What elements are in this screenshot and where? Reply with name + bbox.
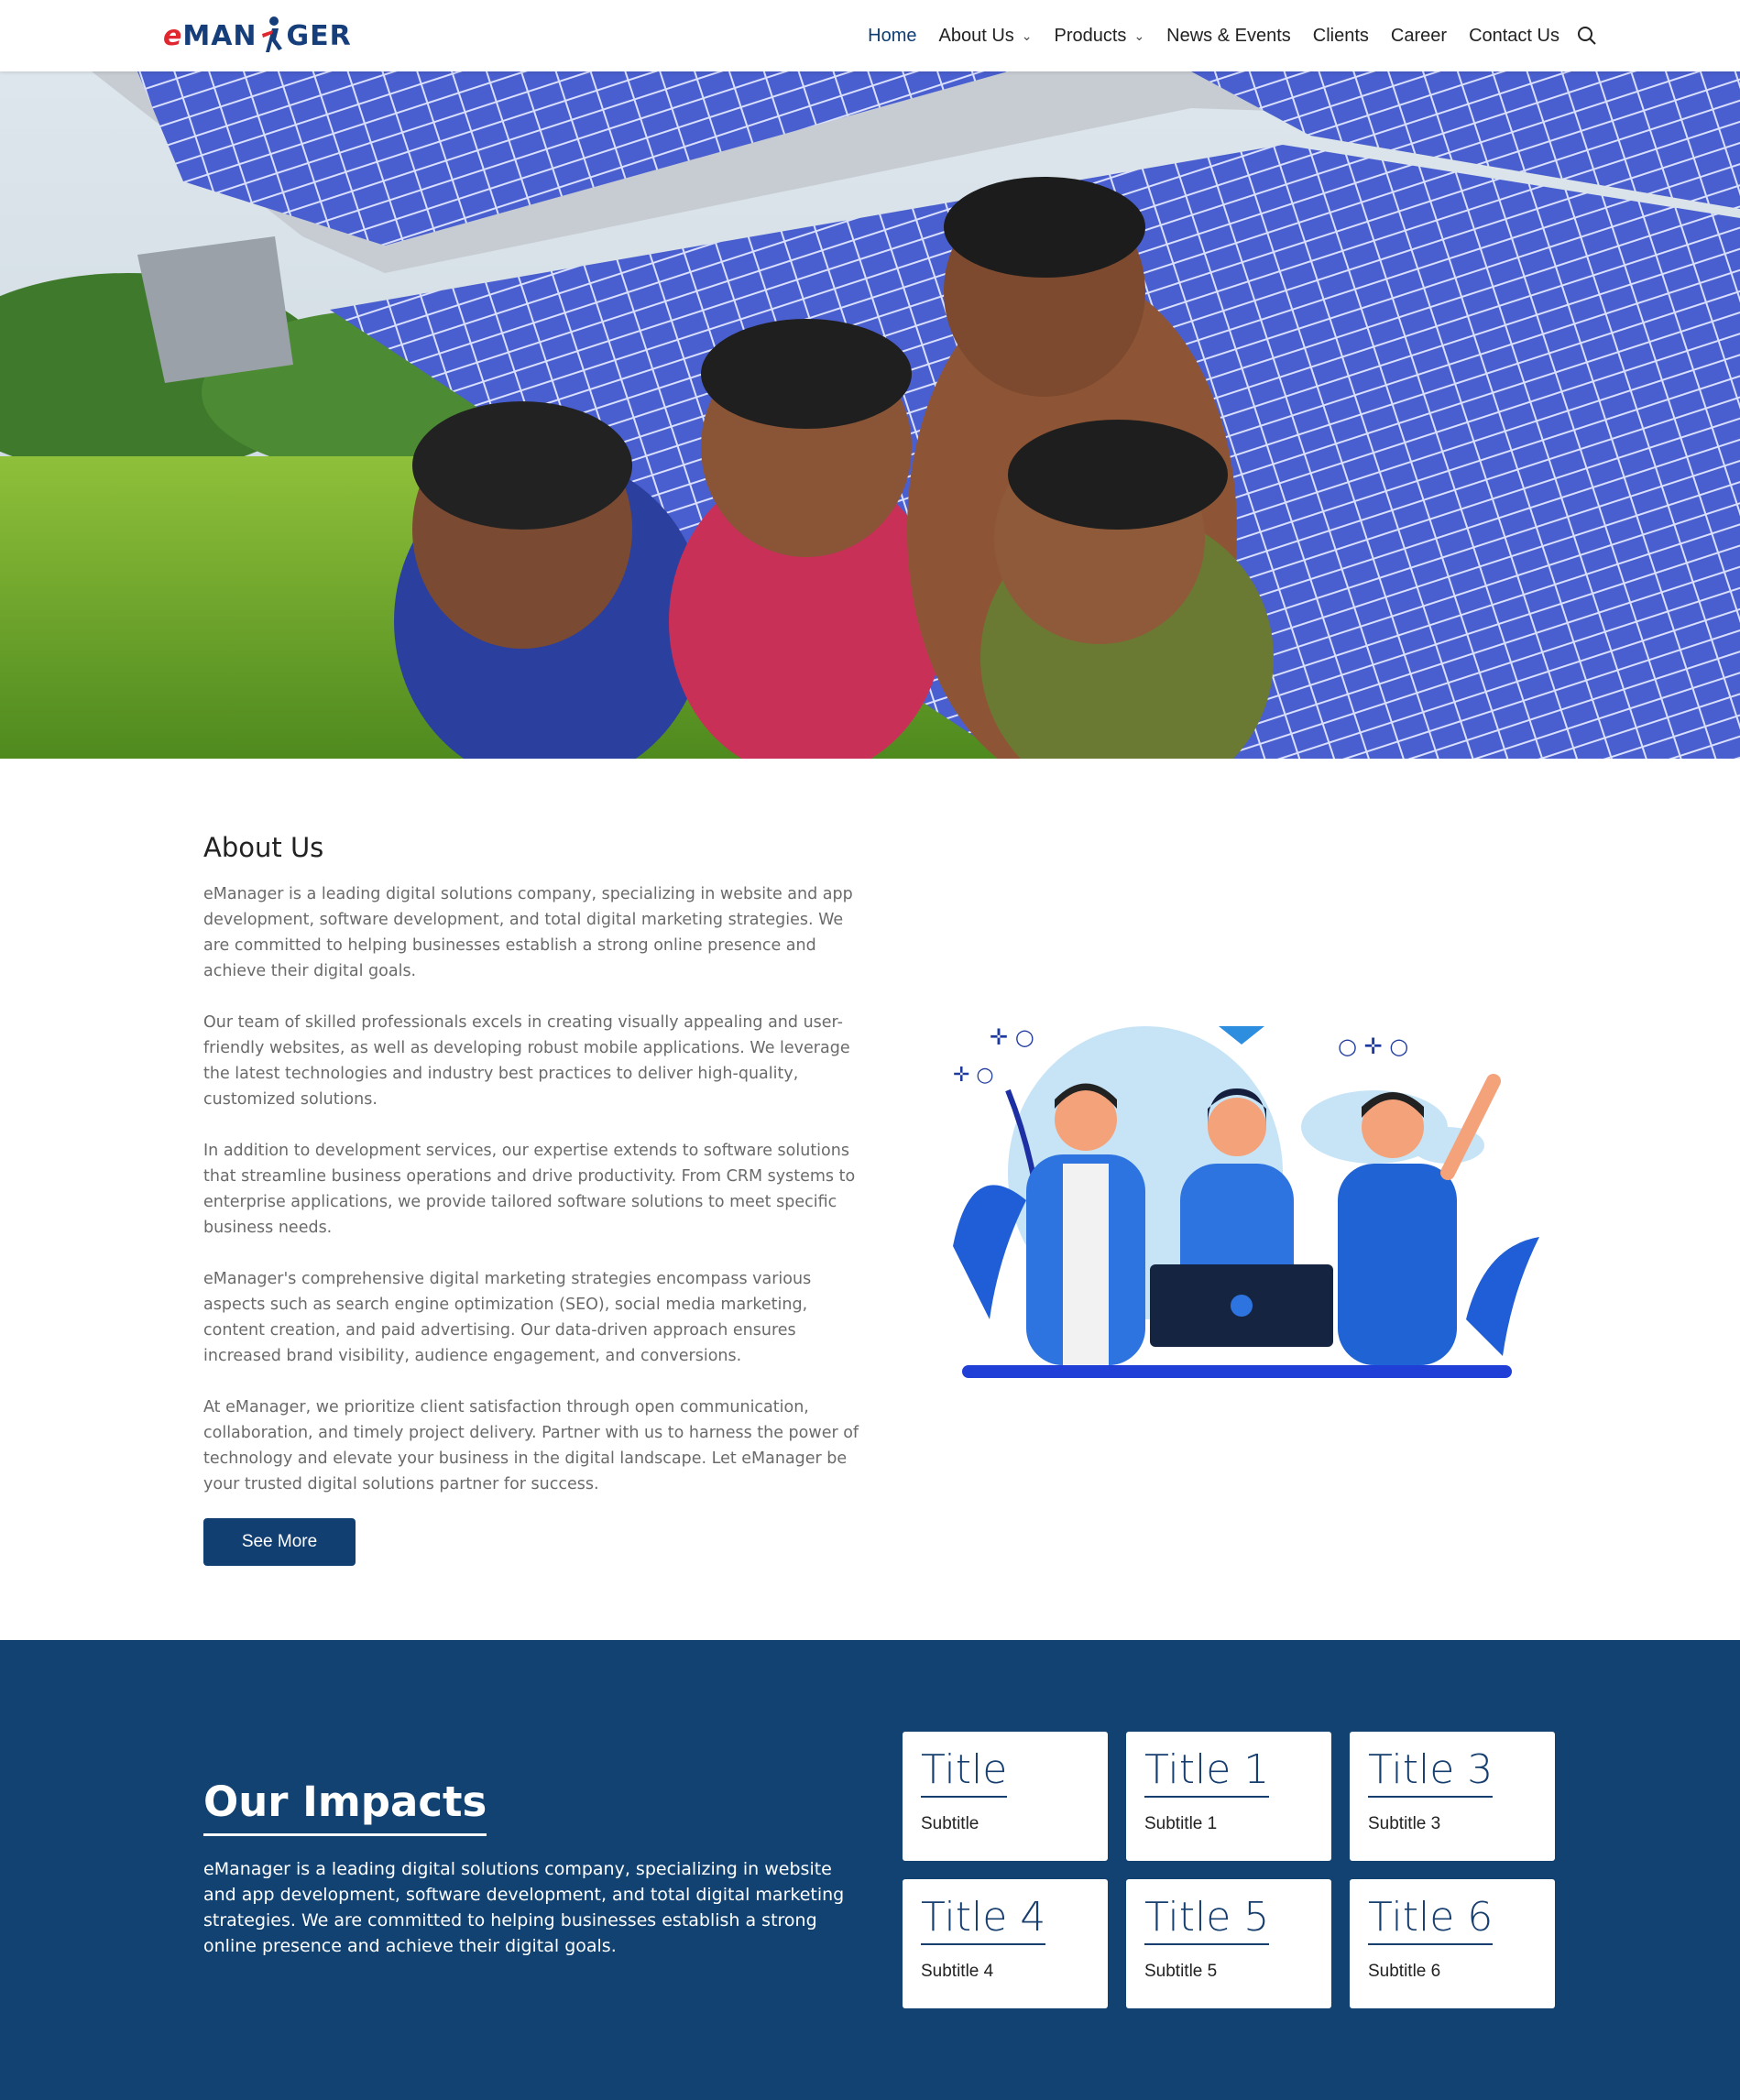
svg-text:✛ ○: ✛ ○ <box>953 1064 994 1087</box>
about-paragraph: In addition to development services, our… <box>203 1142 856 1237</box>
nav-home[interactable]: Home <box>857 26 927 47</box>
chevron-down-icon: ⌄ <box>1133 27 1145 43</box>
card-subtitle: Subtitle 1 <box>1144 1814 1218 1833</box>
main-nav: Home About Us ⌄ Products ⌄ News & Events C… <box>857 0 1598 71</box>
impact-cards: Title Subtitle Title 1 Subtitle 1 Title … <box>903 1732 1555 2008</box>
impact-card: Title 5 Subtitle 5 <box>1126 1879 1331 2008</box>
impact-card: Title 3 Subtitle 3 <box>1350 1732 1555 1861</box>
about-paragraph: Our team of skilled professionals excels… <box>203 1013 850 1109</box>
card-title: Title 4 <box>921 1894 1046 1945</box>
impacts-title: Our Impacts <box>203 1777 487 1836</box>
site-header: e MAN GER Home About Us ⌄ Products ⌄ News & … <box>0 0 1740 71</box>
impacts-section: Our Impacts eManager is a leading digita… <box>0 1640 1740 2100</box>
nav-news-events[interactable]: News & Events <box>1155 26 1302 47</box>
impact-card: Title 4 Subtitle 4 <box>903 1879 1108 2008</box>
hero-banner <box>0 71 1740 759</box>
card-title: Title 3 <box>1368 1746 1494 1798</box>
about-body: eManager is a leading digital solutions … <box>203 881 863 1523</box>
see-more-button[interactable]: See More <box>203 1518 356 1566</box>
card-subtitle: Subtitle 3 <box>1368 1814 1441 1833</box>
card-title: Title 1 <box>1144 1746 1270 1798</box>
nav-clients[interactable]: Clients <box>1302 26 1380 47</box>
logo-figure-icon <box>261 16 282 52</box>
hero-image <box>0 71 1740 759</box>
impacts-body: eManager is a leading digital solutions … <box>203 1859 845 1956</box>
about-paragraph: At eManager, we prioritize client satisf… <box>203 1398 859 1493</box>
svg-text:○ ✛ ○: ○ ✛ ○ <box>1338 1034 1408 1059</box>
nav-contact-us[interactable]: Contact Us <box>1458 26 1570 47</box>
nav-career[interactable]: Career <box>1380 26 1458 47</box>
search-icon[interactable] <box>1576 25 1598 47</box>
team-illustration: ✛ ○ ✛ ○ ○ ✛ ○ <box>953 1024 1539 1378</box>
card-title: Title <box>921 1746 1008 1798</box>
chevron-down-icon: ⌄ <box>1021 27 1033 43</box>
nav-products[interactable]: Products ⌄ <box>1044 26 1156 47</box>
card-subtitle: Subtitle 4 <box>921 1962 994 1981</box>
impact-card: Title Subtitle <box>903 1732 1108 1861</box>
impact-card: Title 1 Subtitle 1 <box>1126 1732 1331 1861</box>
about-paragraph: eManager is a leading digital solutions … <box>203 885 853 980</box>
card-subtitle: Subtitle 5 <box>1144 1962 1218 1981</box>
nav-about-us[interactable]: About Us ⌄ <box>928 26 1044 47</box>
card-title: Title 6 <box>1368 1894 1494 1945</box>
logo[interactable]: e MAN GER <box>163 13 401 59</box>
card-subtitle: Subtitle <box>921 1814 979 1833</box>
svg-text:✛ ○: ✛ ○ <box>990 1024 1034 1050</box>
about-title: About Us <box>203 832 324 863</box>
about-paragraph: eManager's comprehensive digital marketi… <box>203 1270 812 1365</box>
card-title: Title 5 <box>1144 1894 1270 1945</box>
card-subtitle: Subtitle 6 <box>1368 1962 1441 1981</box>
impact-card: Title 6 Subtitle 6 <box>1350 1879 1555 2008</box>
